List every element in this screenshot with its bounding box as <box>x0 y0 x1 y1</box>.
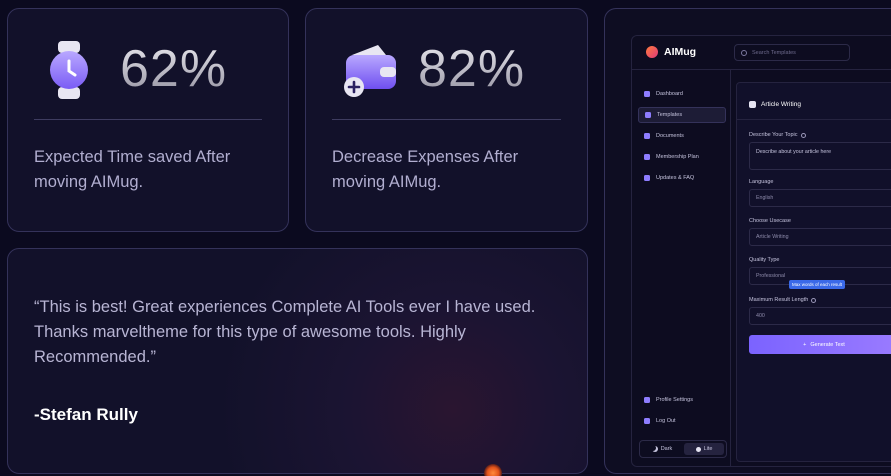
logo-icon <box>646 46 658 58</box>
language-label: Language <box>749 179 774 185</box>
testimonial-author: -Stefan Rully <box>34 405 138 424</box>
stat-description: Expected Time saved After moving AIMug. <box>34 148 231 191</box>
sidebar-item-dashboard[interactable]: Dashboard <box>638 86 726 102</box>
length-label: Maximum Result Length <box>749 297 817 303</box>
topic-label: Describe Your Topic <box>749 132 806 138</box>
language-select[interactable]: English <box>749 189 891 207</box>
divider <box>632 69 891 70</box>
wallet-plus-icon <box>342 41 398 101</box>
logout-icon <box>644 418 650 424</box>
stat-card-expenses: 82% Decrease Expenses After moving AIMug… <box>305 8 588 232</box>
info-icon[interactable] <box>811 297 817 303</box>
sidebar-nav: Dashboard Templates Documents Membership… <box>638 86 726 191</box>
sidebar-item-membership[interactable]: Membership Plan <box>638 149 726 165</box>
plus-icon: + <box>803 341 807 348</box>
testimonial-card: “This is best! Great experiences Complet… <box>7 248 588 474</box>
theme-lite-option[interactable]: Lite <box>684 443 724 455</box>
form-title-label: Article Writing <box>761 101 801 108</box>
updates-icon <box>644 175 650 181</box>
sidebar-item-profile-settings[interactable]: Profile Settings <box>638 392 726 408</box>
theme-dark-label: Dark <box>660 446 673 452</box>
stat-value: 62% <box>120 40 228 98</box>
usecase-select[interactable]: Article Writing <box>749 228 891 246</box>
divider <box>332 119 561 120</box>
sidebar-item-label: Dashboard <box>656 91 683 97</box>
search-placeholder: Search Templates <box>752 49 796 56</box>
topic-textarea[interactable]: Describe about your article here <box>749 142 891 170</box>
search-icon <box>741 49 747 56</box>
sidebar-item-updates[interactable]: Updates & FAQ <box>638 170 726 186</box>
moon-icon <box>652 446 658 452</box>
divider <box>34 119 262 120</box>
app-preview-card: AIMug Search Templates Dashboard Templat… <box>604 8 891 474</box>
search-input[interactable]: Search Templates <box>734 44 850 61</box>
watch-icon <box>44 41 100 101</box>
generate-text-button[interactable]: + Generate Text <box>749 335 891 354</box>
info-icon[interactable] <box>800 132 806 138</box>
length-label-text: Maximum Result Length <box>749 297 809 303</box>
membership-icon <box>644 154 650 160</box>
sidebar-item-label: Documents <box>656 133 684 139</box>
sidebar-item-templates[interactable]: Templates <box>638 107 726 123</box>
sidebar-item-label: Updates & FAQ <box>656 175 695 181</box>
app-logo[interactable]: AIMug <box>646 46 696 58</box>
app-window: AIMug Search Templates Dashboard Templat… <box>631 35 891 467</box>
sidebar-bottom: Profile Settings Log Out <box>638 392 726 434</box>
templates-icon <box>645 112 651 118</box>
theme-dark-option[interactable]: Dark <box>642 443 682 455</box>
sun-icon <box>695 446 701 452</box>
sidebar-item-logout[interactable]: Log Out <box>638 413 726 429</box>
dashboard-icon <box>644 91 650 97</box>
stat-card-time-saved: 62% Expected Time saved After moving AIM… <box>7 8 289 232</box>
glow-dot-decoration <box>484 464 502 476</box>
quality-label: Quality Type <box>749 257 780 263</box>
sidebar-item-label: Profile Settings <box>656 397 693 403</box>
testimonial-quote: “This is best! Great experiences Complet… <box>34 298 536 366</box>
usecase-label: Choose Usecase <box>749 218 791 224</box>
stat-value: 82% <box>418 40 526 98</box>
article-form: Article Writing Describe Your Topic Desc… <box>736 82 891 462</box>
sidebar-item-documents[interactable]: Documents <box>638 128 726 144</box>
length-input[interactable]: 400 <box>749 307 891 325</box>
user-icon <box>644 397 650 403</box>
divider <box>737 119 891 120</box>
article-icon <box>749 101 756 108</box>
sidebar-item-label: Log Out <box>656 418 676 424</box>
generate-button-label: Generate Text <box>810 341 845 348</box>
stat-description: Decrease Expenses After moving AIMug. <box>332 148 519 191</box>
documents-icon <box>644 133 650 139</box>
form-title: Article Writing <box>749 101 801 108</box>
tooltip: Max words of each result <box>789 280 846 289</box>
brand-name: AIMug <box>664 46 697 58</box>
divider <box>730 69 731 466</box>
theme-toggle: Dark Lite <box>639 440 727 458</box>
theme-lite-label: Lite <box>703 446 713 452</box>
sidebar-item-label: Membership Plan <box>656 154 699 160</box>
topic-label-text: Describe Your Topic <box>749 132 798 138</box>
sidebar-item-label: Templates <box>657 112 683 118</box>
